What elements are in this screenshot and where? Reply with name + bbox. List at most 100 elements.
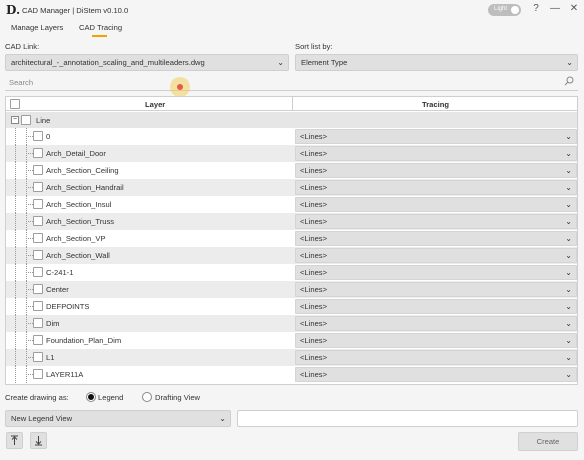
tree-line xyxy=(26,204,33,205)
chevron-down-icon: ⌄ xyxy=(565,336,572,345)
view-name-input[interactable] xyxy=(237,410,578,427)
tree-line xyxy=(15,349,16,366)
sort-list-select[interactable]: Element Type ⌄ xyxy=(295,54,578,71)
tracing-select[interactable]: <Lines> ⌄ xyxy=(295,180,577,195)
row-checkbox[interactable] xyxy=(33,318,43,328)
tracing-select[interactable]: <Lines> ⌄ xyxy=(295,146,577,161)
select-all-checkbox[interactable] xyxy=(10,99,20,109)
tab-cad-tracing[interactable]: CAD Tracing xyxy=(79,23,122,32)
tracing-value: <Lines> xyxy=(300,149,328,158)
chevron-down-icon: ⌄ xyxy=(565,302,572,311)
table-row: Arch_Section_VP <Lines> ⌄ xyxy=(6,230,577,247)
tracing-value: <Lines> xyxy=(300,336,328,345)
tracing-value: <Lines> xyxy=(300,234,328,243)
arrow-up-icon xyxy=(11,435,18,445)
tree-line xyxy=(26,323,33,324)
group-row-line: − Line xyxy=(6,112,577,128)
tree-line xyxy=(26,221,33,222)
app-logo: D. xyxy=(6,3,21,17)
table-row: LAYER11A <Lines> ⌄ xyxy=(6,366,577,383)
layer-name: 0 xyxy=(46,132,51,141)
tree-line xyxy=(15,264,16,281)
row-checkbox[interactable] xyxy=(33,250,43,260)
layer-name: Arch_Section_Ceiling xyxy=(46,166,119,175)
tree-line xyxy=(15,298,16,315)
tree-line xyxy=(26,153,33,154)
row-checkbox[interactable] xyxy=(33,199,43,209)
tracing-value: <Lines> xyxy=(300,302,328,311)
tree-line xyxy=(15,162,16,179)
row-checkbox[interactable] xyxy=(33,369,43,379)
row-checkbox[interactable] xyxy=(33,165,43,175)
tracing-select[interactable]: <Lines> ⌄ xyxy=(295,282,577,297)
table-row: C-241-1 <Lines> ⌄ xyxy=(6,264,577,281)
tree-line xyxy=(15,332,16,349)
tracing-value: <Lines> xyxy=(300,285,328,294)
tracing-select[interactable]: <Lines> ⌄ xyxy=(295,248,577,263)
tracing-value: <Lines> xyxy=(300,268,328,277)
chevron-down-icon: ⌄ xyxy=(565,149,572,158)
tab-manage-layers[interactable]: Manage Layers xyxy=(11,23,63,32)
tree-line xyxy=(15,366,16,383)
theme-toggle-label: Light xyxy=(494,6,508,12)
row-checkbox[interactable] xyxy=(33,131,43,141)
layer-name: Center xyxy=(46,285,69,294)
tracing-select[interactable]: <Lines> ⌄ xyxy=(295,265,577,280)
chevron-down-icon: ⌄ xyxy=(565,166,572,175)
tracing-select[interactable]: <Lines> ⌄ xyxy=(295,333,577,348)
tracing-select[interactable]: <Lines> ⌄ xyxy=(295,197,577,212)
tracing-select[interactable]: <Lines> ⌄ xyxy=(295,350,577,365)
row-checkbox[interactable] xyxy=(33,284,43,294)
layer-name: Arch_Section_Handrail xyxy=(46,183,124,192)
layer-name: Arch_Detail_Door xyxy=(46,149,106,158)
legend-radio[interactable] xyxy=(86,392,96,402)
tree-line xyxy=(15,230,16,247)
chevron-down-icon: ⌄ xyxy=(565,234,572,243)
move-down-button[interactable] xyxy=(30,432,47,449)
row-checkbox[interactable] xyxy=(33,216,43,226)
search-input[interactable]: Search xyxy=(5,73,578,91)
tracing-select[interactable]: <Lines> ⌄ xyxy=(295,367,577,382)
group-checkbox[interactable] xyxy=(21,115,31,125)
tracing-select[interactable]: <Lines> ⌄ xyxy=(295,299,577,314)
tree-line xyxy=(26,289,33,290)
title-bar: D. CAD Manager | DiStem v0.10.0 Light ? … xyxy=(0,0,584,20)
row-checkbox[interactable] xyxy=(33,352,43,362)
column-divider xyxy=(292,97,293,111)
view-type-select[interactable]: New Legend View ⌄ xyxy=(5,410,231,427)
tracing-select[interactable]: <Lines> ⌄ xyxy=(295,316,577,331)
theme-toggle[interactable]: Light xyxy=(488,4,521,16)
row-checkbox[interactable] xyxy=(33,267,43,277)
row-checkbox[interactable] xyxy=(33,301,43,311)
table-row: Arch_Section_Ceiling <Lines> ⌄ xyxy=(6,162,577,179)
row-checkbox[interactable] xyxy=(33,233,43,243)
drafting-view-radio[interactable] xyxy=(142,392,152,402)
tree-line xyxy=(26,187,33,188)
collapse-icon[interactable]: − xyxy=(11,116,19,124)
layer-name: Dim xyxy=(46,319,60,328)
cad-link-select[interactable]: architectural_-_annotation_scaling_and_m… xyxy=(5,54,289,71)
tracing-value: <Lines> xyxy=(300,166,328,175)
layer-name: DEFPOINTS xyxy=(46,302,90,311)
row-checkbox[interactable] xyxy=(33,148,43,158)
tree-line xyxy=(26,272,33,273)
tracing-select[interactable]: <Lines> ⌄ xyxy=(295,231,577,246)
tracing-value: <Lines> xyxy=(300,200,328,209)
minimize-button[interactable]: — xyxy=(549,3,561,15)
row-checkbox[interactable] xyxy=(33,335,43,345)
move-up-button[interactable] xyxy=(6,432,23,449)
row-checkbox[interactable] xyxy=(33,182,43,192)
table-row: L1 <Lines> ⌄ xyxy=(6,349,577,366)
close-button[interactable]: ✕ xyxy=(568,3,580,15)
help-button[interactable]: ? xyxy=(530,3,542,15)
tracing-select[interactable]: <Lines> ⌄ xyxy=(295,129,577,144)
cad-link-label: CAD Link: xyxy=(5,42,40,51)
tracing-select[interactable]: <Lines> ⌄ xyxy=(295,214,577,229)
create-button[interactable]: Create xyxy=(518,432,578,451)
table-row: Dim <Lines> ⌄ xyxy=(6,315,577,332)
tracing-value: <Lines> xyxy=(300,251,328,260)
tracing-value: <Lines> xyxy=(300,370,328,379)
tracing-select[interactable]: <Lines> ⌄ xyxy=(295,163,577,178)
chevron-down-icon: ⌄ xyxy=(219,414,226,423)
layer-column-header: Layer xyxy=(145,100,166,109)
